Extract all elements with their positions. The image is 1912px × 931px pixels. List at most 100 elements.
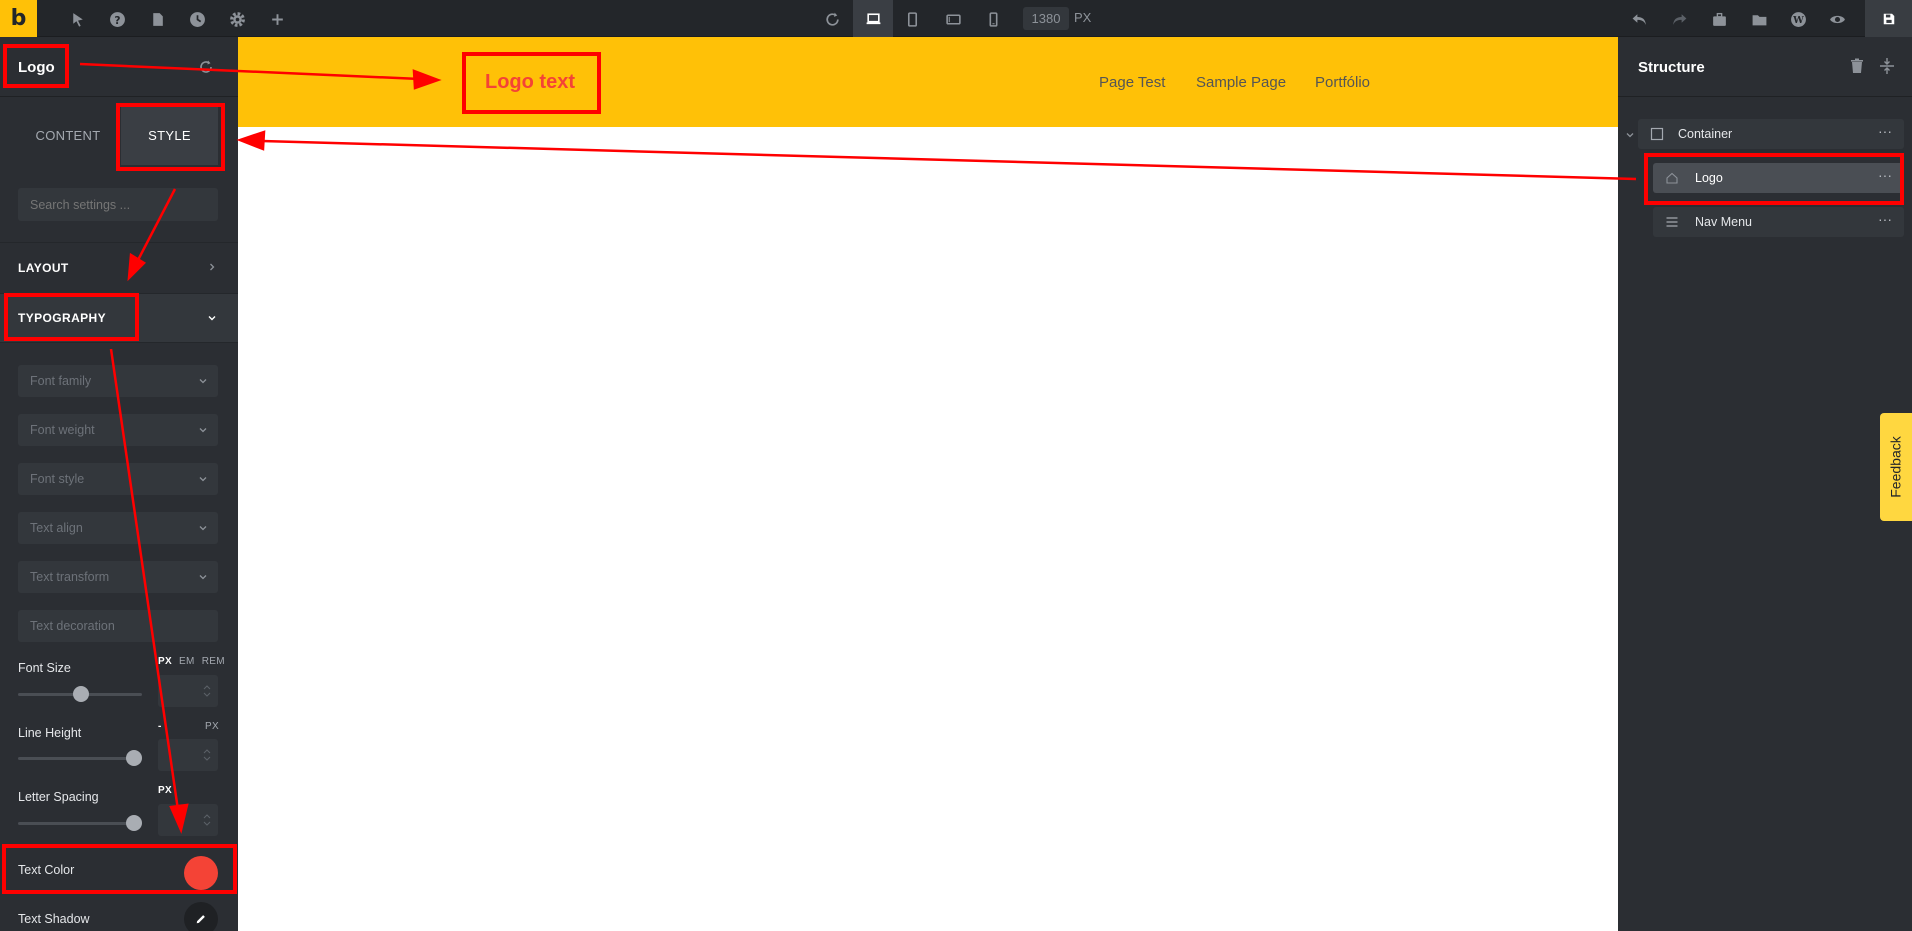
pencil-icon <box>196 915 205 924</box>
text-transform-placeholder: Text transform <box>30 570 110 584</box>
more-icon[interactable]: ··· <box>1878 168 1892 184</box>
font-style-placeholder: Font style <box>30 472 85 486</box>
feedback-tab[interactable]: Feedback <box>1880 413 1912 521</box>
font-weight-select[interactable]: Font weight <box>18 414 218 446</box>
settings-icon[interactable] <box>225 7 249 31</box>
font-size-input[interactable] <box>158 675 218 707</box>
letter-spacing-input[interactable] <box>158 804 218 836</box>
nav-item-page-test[interactable]: Page Test <box>1099 74 1165 91</box>
text-align-placeholder: Text align <box>30 521 83 535</box>
chevron-down-icon[interactable] <box>1624 129 1636 141</box>
unit-none[interactable]: - <box>158 721 162 732</box>
line-height-slider-handle[interactable] <box>126 750 142 766</box>
refresh-icon[interactable] <box>820 7 844 31</box>
reset-icon[interactable] <box>196 57 216 77</box>
text-color-swatch[interactable] <box>184 856 218 890</box>
unit-rem[interactable]: REM <box>202 656 225 667</box>
line-height-label: Line Height <box>18 726 82 740</box>
letter-spacing-slider-handle[interactable] <box>126 815 142 831</box>
panel-header: Logo <box>0 37 238 97</box>
undo-icon[interactable] <box>1627 7 1651 31</box>
canvas-width-input[interactable]: 1380 <box>1023 7 1069 30</box>
letter-spacing-unit[interactable]: PX <box>158 785 172 796</box>
tree-item-label: Nav Menu <box>1695 215 1752 229</box>
canvas-width-unit: PX <box>1074 10 1092 25</box>
page-icon[interactable] <box>145 7 169 31</box>
brand-logo[interactable]: b <box>0 0 37 37</box>
home-icon <box>1666 172 1678 184</box>
builder-canvas[interactable]: Logo text Page Test Sample Page Portfóli… <box>238 37 1618 931</box>
mobile-icon[interactable] <box>981 7 1005 31</box>
tree-item-container[interactable]: Container ··· <box>1638 119 1904 149</box>
tablet-landscape-icon[interactable] <box>941 7 965 31</box>
font-size-slider-handle[interactable] <box>73 686 89 702</box>
chevron-down-icon <box>199 526 207 531</box>
menu-icon <box>1666 217 1678 227</box>
structure-title: Structure <box>1638 59 1705 76</box>
text-align-select[interactable]: Text align <box>18 512 218 544</box>
stepper-icon[interactable] <box>203 683 211 699</box>
chevron-down-icon <box>199 477 207 482</box>
unit-px[interactable]: PX <box>158 785 172 796</box>
wordpress-icon[interactable]: W <box>1786 7 1810 31</box>
line-height-unit-left[interactable]: - <box>158 721 162 732</box>
panel-tabs: CONTENT STYLE <box>0 105 238 165</box>
text-shadow-edit-button[interactable] <box>184 902 218 931</box>
more-icon[interactable]: ··· <box>1878 212 1892 228</box>
line-height-input[interactable] <box>158 739 218 771</box>
preview-icon[interactable] <box>1825 7 1849 31</box>
desktop-icon[interactable] <box>853 0 893 37</box>
tree-item-label: Container <box>1678 127 1733 141</box>
nav-item-portfolio[interactable]: Portfólio <box>1315 74 1370 91</box>
feedback-label: Feedback <box>1888 436 1905 498</box>
text-decoration-placeholder: Text decoration <box>30 619 115 633</box>
text-decoration-input[interactable]: Text decoration <box>18 610 218 642</box>
site-logo-text[interactable]: Logo text <box>485 71 575 94</box>
font-style-select[interactable]: Font style <box>18 463 218 495</box>
line-height-slider[interactable] <box>18 757 142 760</box>
redo-icon[interactable] <box>1667 7 1691 31</box>
font-size-units[interactable]: PX EM REM <box>158 656 225 667</box>
section-typography-label: TYPOGRAPHY <box>18 311 107 325</box>
svg-text:W: W <box>1792 15 1804 26</box>
tree-item-logo[interactable]: Logo ··· <box>1653 163 1904 193</box>
trash-icon[interactable] <box>1848 57 1866 75</box>
collapse-icon[interactable] <box>1878 57 1896 75</box>
chevron-down-icon <box>199 379 207 384</box>
text-color-label: Text Color <box>18 863 75 877</box>
font-family-select[interactable]: Font family <box>18 365 218 397</box>
section-typography[interactable]: TYPOGRAPHY <box>0 293 238 343</box>
tab-content[interactable]: CONTENT <box>18 105 118 165</box>
font-family-placeholder: Font family <box>30 374 92 388</box>
chevron-right-icon <box>210 263 215 271</box>
tablet-icon[interactable] <box>900 7 924 31</box>
text-transform-select[interactable]: Text transform <box>18 561 218 593</box>
text-shadow-label: Text Shadow <box>18 912 90 926</box>
letter-spacing-slider[interactable] <box>18 822 142 825</box>
tab-style[interactable]: STYLE <box>121 105 218 165</box>
stepper-icon[interactable] <box>203 812 211 828</box>
line-height-unit-right[interactable]: PX <box>205 721 219 732</box>
nav-item-sample-page[interactable]: Sample Page <box>1196 74 1286 91</box>
search-settings-input[interactable] <box>18 188 218 221</box>
section-layout[interactable]: LAYOUT <box>0 242 238 292</box>
folder-icon[interactable] <box>1747 7 1771 31</box>
history-icon[interactable] <box>185 7 209 31</box>
structure-header: Structure <box>1618 37 1912 97</box>
tree-item-nav-menu[interactable]: Nav Menu ··· <box>1653 207 1904 237</box>
save-icon <box>1883 13 1894 24</box>
site-header-container[interactable]: Logo text Page Test Sample Page Portfóli… <box>238 37 1618 127</box>
chevron-down-icon <box>199 575 207 580</box>
font-weight-placeholder: Font weight <box>30 423 95 437</box>
unit-em[interactable]: EM <box>179 656 195 667</box>
more-icon[interactable]: ··· <box>1878 124 1892 140</box>
stepper-icon[interactable] <box>203 747 211 763</box>
unit-px[interactable]: PX <box>158 656 172 667</box>
help-icon[interactable]: ? <box>105 7 129 31</box>
letter-spacing-label: Letter Spacing <box>18 790 99 804</box>
templates-icon[interactable] <box>1707 7 1731 31</box>
element-settings-panel: Logo CONTENT STYLE LAYOUT TYPOGRAPHY Fon… <box>0 37 238 931</box>
plus-icon[interactable] <box>265 7 289 31</box>
cursor-icon[interactable] <box>65 7 89 31</box>
save-button[interactable] <box>1865 0 1912 37</box>
